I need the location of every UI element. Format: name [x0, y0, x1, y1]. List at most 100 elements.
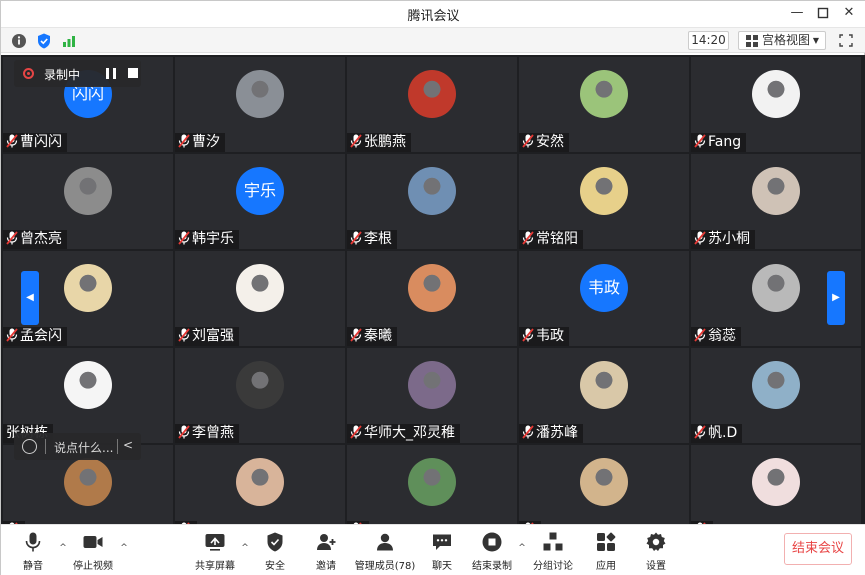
participant-nameplate: 曹闪闪 [3, 133, 67, 152]
avatar [64, 167, 112, 215]
participant-name: Fang [708, 134, 742, 150]
muted-mic-icon [6, 231, 18, 245]
settings-button[interactable]: 设置 [626, 531, 686, 573]
participant-tile[interactable]: 李根 [347, 154, 517, 249]
close-button[interactable]: ✕ [839, 4, 859, 22]
mute-button[interactable]: 静音 [3, 531, 63, 573]
participant-nameplate: 曹汐 [175, 133, 225, 152]
info-icon[interactable] [10, 32, 28, 50]
participant-nameplate: 李曾燕 [175, 424, 239, 443]
participant-nameplate: 潘苏峰 [519, 424, 583, 443]
signal-icon[interactable] [60, 32, 78, 50]
breakout-button[interactable]: 分组讨论 [523, 531, 583, 573]
participant-nameplate: 安然 [519, 133, 569, 152]
minimize-button[interactable]: — [787, 4, 807, 22]
share-screen-button[interactable]: 共享屏幕 [185, 531, 245, 573]
participant-tile[interactable]: 韦政 韦政 [519, 251, 689, 346]
participant-tile[interactable]: Fang [691, 57, 861, 152]
camera-icon [83, 536, 103, 548]
end-meeting-button[interactable]: 结束会议 [784, 533, 852, 565]
participant-tile[interactable]: 刘富强 [175, 251, 345, 346]
avatar [64, 264, 112, 312]
participant-tile[interactable]: 张树栋 [3, 348, 173, 443]
muted-mic-icon [350, 231, 362, 245]
gear-icon [646, 532, 666, 551]
fullscreen-button[interactable] [835, 31, 857, 50]
avatar [752, 361, 800, 409]
video-options-caret[interactable]: ^ [119, 543, 129, 553]
participant-nameplate: Fang [691, 133, 747, 152]
muted-mic-icon [522, 425, 534, 439]
end-recording-button[interactable]: 结束录制 [462, 531, 522, 573]
avatar [408, 264, 456, 312]
participant-tile[interactable]: 常铭阳 [519, 154, 689, 249]
participant-name: 潘苏峰 [536, 425, 578, 441]
share-screen-label: 共享屏幕 [195, 561, 235, 572]
participant-name: 李根 [364, 231, 392, 247]
participant-tile[interactable]: 安然 [519, 57, 689, 152]
participant-nameplate: 华师大_邓灵稚 [347, 424, 460, 443]
avatar [408, 167, 456, 215]
bottom-toolbar: 静音 ^ 停止视频 ^ 共享屏幕 ^ 安全 邀请 管理成员(78) 聊天 结束录… [1, 524, 865, 575]
participant-name: 常铭阳 [536, 231, 578, 247]
invite-label: 邀请 [316, 561, 336, 572]
participant-tile[interactable]: 华师大_邓灵稚 [347, 348, 517, 443]
chat-icon [433, 534, 451, 550]
participant-nameplate: 韦政 [519, 327, 569, 346]
avatar [236, 458, 284, 506]
maximize-button[interactable] [813, 4, 833, 22]
participant-nameplate: 韩宇乐 [175, 230, 239, 249]
breakout-label: 分组讨论 [533, 561, 573, 572]
mute-label: 静音 [23, 561, 43, 572]
participant-tile[interactable]: 曾杰亮 [3, 154, 173, 249]
participant-nameplate: 张鹏燕 [347, 133, 411, 152]
manage-members-button[interactable]: 管理成员(78) [353, 531, 417, 573]
participant-tile[interactable]: 秦曦 [347, 251, 517, 346]
avatar [752, 167, 800, 215]
avatar: 宇乐 [236, 167, 284, 215]
participant-name: 刘富强 [192, 328, 234, 344]
participant-nameplate: 曾杰亮 [3, 230, 67, 249]
invite-button[interactable]: 邀请 [296, 531, 356, 573]
divider [117, 439, 118, 454]
meeting-window: 腾讯会议 — ✕ 14:20 宫格视图 ▼ 闪闪 曹闪闪 曹汐 张鹏燕 安然 Fang 曾杰… [0, 0, 865, 575]
participant-tile[interactable]: 帆.D [691, 348, 861, 443]
participant-tile[interactable]: 曹汐 [175, 57, 345, 152]
participant-tile[interactable]: 宇乐韩宇乐 [175, 154, 345, 249]
muted-mic-icon [178, 231, 190, 245]
security-shield-icon[interactable] [35, 32, 53, 50]
muted-mic-icon [694, 134, 706, 148]
chevron-left-icon[interactable]: < [123, 438, 133, 452]
participant-name: 李曾燕 [192, 425, 234, 441]
participant-nameplate: 李根 [347, 230, 397, 249]
quick-chat-bar[interactable]: 说点什么... < [14, 433, 141, 460]
participant-name: 韦政 [536, 328, 564, 344]
next-page-button[interactable]: ▶ [827, 271, 845, 325]
chat-input[interactable]: 说点什么... [54, 439, 113, 456]
participant-tile[interactable]: 苏小桐 [691, 154, 861, 249]
participant-nameplate: 刘富强 [175, 327, 239, 346]
view-mode-label: 宫格视图 [762, 33, 811, 47]
muted-mic-icon [522, 231, 534, 245]
participant-tile[interactable]: 潘苏峰 [519, 348, 689, 443]
participant-tile[interactable]: 李曾燕 [175, 348, 345, 443]
stop-video-button[interactable]: 停止视频 [63, 531, 123, 573]
muted-mic-icon [694, 328, 706, 342]
view-mode-dropdown[interactable]: 宫格视图 ▼ [738, 31, 826, 50]
participant-nameplate: 苏小桐 [691, 230, 755, 249]
pause-recording-button[interactable] [106, 68, 116, 79]
avatar [580, 167, 628, 215]
participant-tile[interactable]: 张鹏燕 [347, 57, 517, 152]
avatar [580, 361, 628, 409]
avatar [752, 458, 800, 506]
stop-recording-button[interactable] [128, 68, 138, 78]
participant-name: 帆.D [708, 425, 738, 441]
muted-mic-icon [350, 425, 362, 439]
prev-page-button[interactable]: ◀ [21, 271, 39, 325]
window-title: 腾讯会议 [407, 9, 460, 24]
participant-name: 曹汐 [192, 134, 220, 150]
recording-indicator: 录制中 [14, 60, 141, 87]
participant-name: 曾杰亮 [20, 231, 62, 247]
emoji-icon[interactable] [22, 439, 37, 454]
manage-members-label: 管理成员(78) [354, 561, 416, 572]
